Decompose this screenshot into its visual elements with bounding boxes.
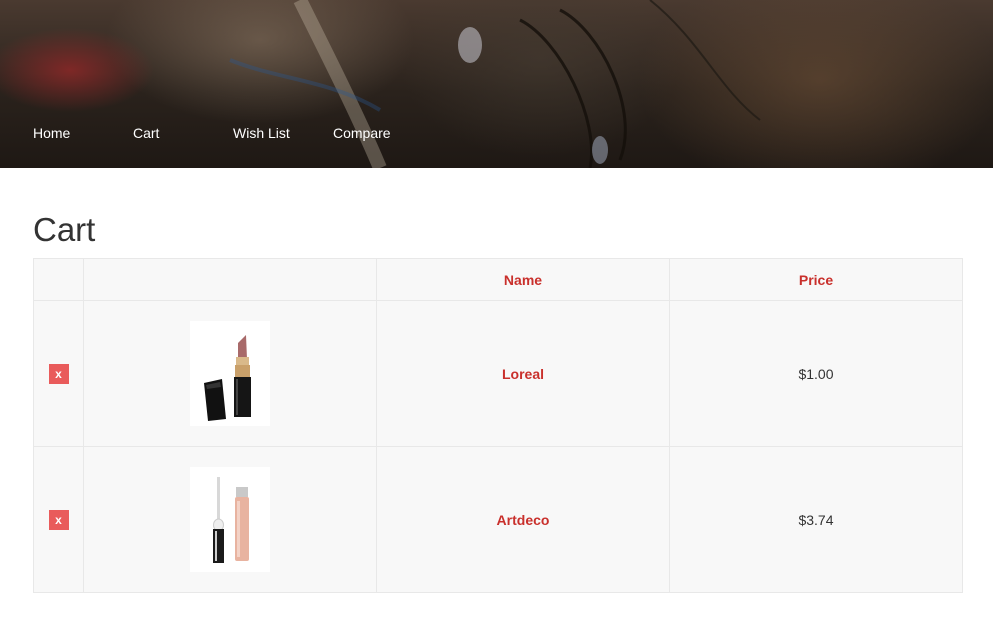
- remove-item-button[interactable]: x: [48, 509, 69, 530]
- table-header-row: Name Price: [33, 258, 963, 301]
- header-thumbnail: [83, 258, 377, 301]
- product-price: $3.74: [798, 511, 834, 528]
- product-thumbnail[interactable]: [190, 321, 270, 426]
- product-name-link[interactable]: Loreal: [502, 366, 544, 382]
- header-remove: [33, 258, 84, 301]
- page-title: Cart: [33, 211, 96, 248]
- nav-wish-list[interactable]: Wish List: [200, 118, 300, 148]
- table-row: x Loreal $1.00: [33, 300, 963, 447]
- hero-banner: Home Cart Wish List Compare: [0, 0, 993, 168]
- remove-cell: x: [33, 446, 84, 593]
- nav-home[interactable]: Home: [0, 118, 100, 148]
- price-cell: $1.00: [669, 300, 963, 447]
- lip-gloss-icon: [190, 467, 270, 572]
- price-cell: $3.74: [669, 446, 963, 593]
- product-name-link[interactable]: Artdeco: [497, 512, 550, 528]
- product-thumbnail[interactable]: [190, 467, 270, 572]
- header-name: Name: [376, 258, 670, 301]
- nav-cart[interactable]: Cart: [100, 118, 200, 148]
- thumbnail-cell: [83, 300, 377, 447]
- main-nav: Home Cart Wish List Compare: [0, 118, 400, 148]
- product-price: $1.00: [798, 365, 834, 382]
- name-cell: Loreal: [376, 300, 670, 447]
- remove-cell: x: [33, 300, 84, 447]
- cart-table: Name Price x Loreal $1.00 x Artdeco $3.7…: [33, 258, 963, 593]
- name-cell: Artdeco: [376, 446, 670, 593]
- table-row: x Artdeco $3.74: [33, 446, 963, 593]
- remove-item-button[interactable]: x: [48, 363, 69, 384]
- header-price: Price: [669, 258, 963, 301]
- nav-compare[interactable]: Compare: [300, 118, 400, 148]
- thumbnail-cell: [83, 446, 377, 593]
- lipstick-icon: [190, 321, 270, 426]
